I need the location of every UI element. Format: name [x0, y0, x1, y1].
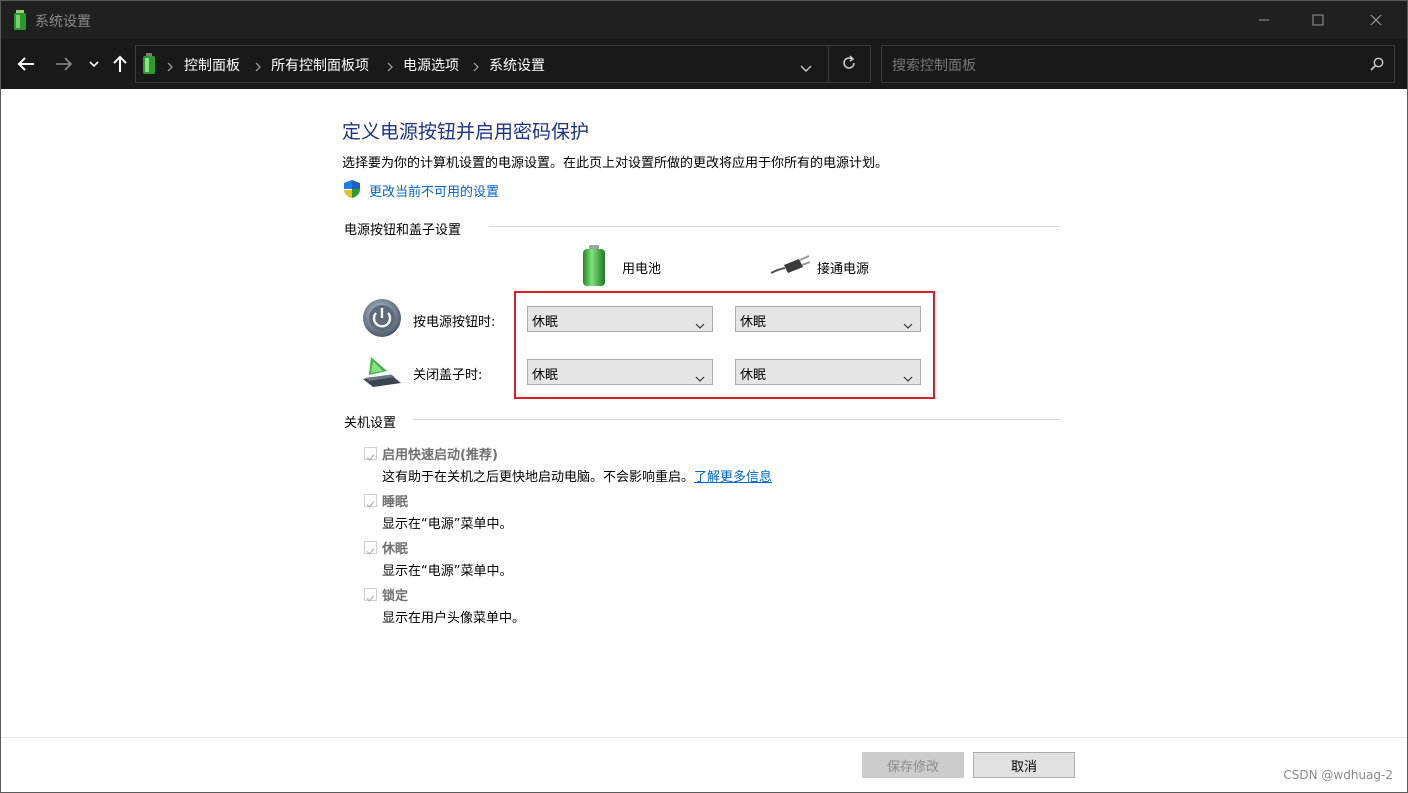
- power-section-title: 电源按钮和盖子设置: [344, 223, 462, 238]
- lid-close-row-label: 关闭盖子时:: [413, 368, 483, 383]
- fast-startup-checkbox[interactable]: [364, 447, 377, 461]
- divider: [828, 46, 829, 82]
- minimize-button[interactable]: [1241, 1, 1287, 39]
- search-placeholder: 搜索控制面板: [892, 58, 976, 74]
- laptop-lid-icon: [361, 353, 403, 393]
- minimize-icon: [1259, 19, 1269, 21]
- section-divider: [413, 419, 1060, 420]
- change-unavailable-settings-link[interactable]: 更改当前不可用的设置: [369, 181, 499, 200]
- learn-more-link[interactable]: 了解更多信息: [694, 470, 772, 485]
- breadcrumb-item[interactable]: 所有控制面板项: [271, 55, 369, 75]
- fast-startup-description: 这有助于在关机之后更快地启动电脑。不会影响重启。了解更多信息: [382, 466, 772, 485]
- fast-startup-label: 启用快速启动(推荐): [382, 448, 498, 463]
- close-icon: [1370, 14, 1382, 26]
- close-button[interactable]: [1353, 1, 1399, 39]
- power-button-icon: [362, 298, 402, 342]
- power-button-row-label: 按电源按钮时:: [413, 315, 496, 330]
- window-title: 系统设置: [35, 14, 91, 30]
- arrow-up-icon: [113, 55, 127, 72]
- lock-description: 显示在用户头像菜单中。: [382, 611, 526, 626]
- search-input[interactable]: 搜索控制面板: [881, 45, 1395, 83]
- watermark: CSDN @wdhuag-2: [1283, 768, 1393, 782]
- sleep-label: 睡眠: [382, 495, 409, 510]
- plugged-in-column-header: 接通电源: [817, 262, 870, 277]
- address-dropdown-icon[interactable]: [800, 58, 812, 77]
- refresh-icon[interactable]: [840, 54, 858, 76]
- page-description: 选择要为你的计算机设置的电源设置。在此页上对设置所做的更改将应用于你所有的电源计…: [342, 156, 889, 171]
- maximize-button[interactable]: [1295, 1, 1341, 39]
- checkmark-icon: [366, 548, 375, 555]
- up-button[interactable]: [111, 51, 129, 77]
- shutdown-section-title: 关机设置: [344, 416, 397, 431]
- checkmark-icon: [366, 595, 375, 602]
- sleep-description: 显示在“电源”菜单中。: [382, 517, 513, 532]
- breadcrumb-item[interactable]: 系统设置: [489, 55, 545, 75]
- maximize-icon: [1312, 14, 1324, 26]
- save-changes-button[interactable]: 保存修改: [862, 752, 964, 778]
- arrow-right-icon: [56, 57, 73, 71]
- chevron-right-icon: [254, 58, 262, 77]
- chevron-right-icon: [166, 58, 174, 77]
- cancel-button[interactable]: 取消: [973, 752, 1075, 778]
- hibernate-label: 休眠: [382, 542, 409, 557]
- fast-startup-desc-text: 这有助于在关机之后更快地启动电脑。不会影响重启。: [382, 470, 695, 485]
- forward-button[interactable]: [53, 51, 75, 77]
- page-title: 定义电源按钮并启用密码保护: [342, 121, 590, 143]
- chevron-right-icon: [386, 58, 394, 77]
- chevron-right-icon: [472, 58, 480, 77]
- battery-app-icon: [13, 10, 27, 34]
- battery-column-header: 用电池: [622, 262, 662, 277]
- lock-checkbox[interactable]: [364, 588, 377, 602]
- breadcrumb-item[interactable]: 控制面板: [184, 55, 240, 75]
- power-plug-icon: [769, 253, 811, 281]
- arrow-left-icon: [17, 57, 34, 71]
- navigation-bar: 控制面板 所有控制面板项 电源选项 系统设置 搜索控制面板: [1, 39, 1407, 89]
- breadcrumb-item[interactable]: 电源选项: [403, 55, 459, 75]
- system-settings-window: 系统设置 控制面板 所有控制面板项 电源选项 系统设置 搜索控制面板 定义电源按…: [0, 0, 1408, 793]
- highlight-box: [514, 291, 935, 399]
- checkmark-icon: [366, 454, 375, 461]
- search-icon[interactable]: [1370, 56, 1384, 75]
- control-panel-icon: [140, 53, 158, 79]
- battery-icon: [581, 245, 607, 291]
- back-button[interactable]: [15, 51, 37, 77]
- recent-locations-button[interactable]: [87, 51, 101, 77]
- uac-shield-icon: [343, 179, 361, 203]
- hibernate-checkbox[interactable]: [364, 541, 377, 555]
- hibernate-description: 显示在“电源”菜单中。: [382, 564, 513, 579]
- address-bar[interactable]: 控制面板 所有控制面板项 电源选项 系统设置: [135, 45, 871, 83]
- checkmark-icon: [366, 501, 375, 508]
- footer-divider: [1, 737, 1407, 738]
- title-bar: 系统设置: [1, 1, 1407, 39]
- lock-label: 锁定: [382, 589, 409, 604]
- sleep-checkbox[interactable]: [364, 494, 377, 508]
- chevron-down-icon: [89, 61, 99, 68]
- section-divider: [489, 226, 1060, 227]
